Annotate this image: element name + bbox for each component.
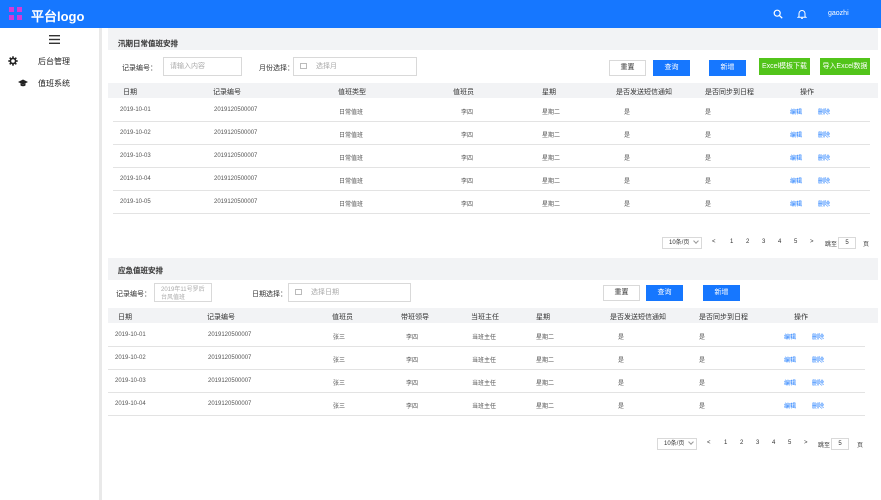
graduation-cap-icon: [18, 79, 28, 87]
page-1[interactable]: 1: [730, 239, 733, 245]
delete-link[interactable]: 删除: [812, 401, 824, 410]
month-picker[interactable]: 选择月: [293, 57, 417, 76]
excel-import-button[interactable]: 导入Excel数据: [820, 58, 870, 75]
user-name[interactable]: gaozhi: [828, 10, 849, 17]
section-title: 汛期日常值班安排: [118, 39, 178, 48]
chevron-down-icon: [693, 238, 699, 244]
table-row: 2019-10-03 2019120500007 日常值班 李四 星期二 是 是…: [113, 145, 870, 168]
table-row: 2019-10-01 2019120500007 张三 李四 当班主任 星期二 …: [108, 324, 865, 347]
delete-link[interactable]: 删除: [818, 107, 830, 116]
table-row: 2019-10-02 2019120500007 日常值班 李四 星期二 是 是…: [113, 122, 870, 145]
bell-icon[interactable]: [797, 9, 807, 19]
sidebar-item-label: 值班系统: [38, 79, 70, 88]
query-button[interactable]: 查询: [646, 285, 683, 301]
delete-link[interactable]: 删除: [818, 176, 830, 185]
record-input[interactable]: 2019年11号罗后台风值班: [154, 283, 212, 302]
reset-button[interactable]: 重置: [609, 60, 646, 76]
section-title: 应急值班安排: [118, 266, 163, 275]
edit-link[interactable]: 编辑: [790, 130, 802, 139]
add-button[interactable]: 新增: [703, 285, 740, 301]
prev-page[interactable]: <: [712, 239, 716, 245]
page-4[interactable]: 4: [778, 239, 781, 245]
sidebar-item-duty[interactable]: 值班系统: [0, 74, 99, 92]
page-3[interactable]: 3: [762, 239, 765, 245]
table-row: 2019-10-04 2019120500007 日常值班 李四 星期二 是 是…: [113, 168, 870, 191]
reset-button[interactable]: 重置: [603, 285, 640, 301]
edit-link[interactable]: 编辑: [784, 355, 796, 364]
calendar-icon: [300, 63, 307, 69]
page-2[interactable]: 2: [746, 239, 749, 245]
flood-duty-section: 汛期日常值班安排 记录编号： 请输入内容 月份选择： 选择月 重置 查询 新增 …: [108, 28, 878, 258]
page-size-select[interactable]: 10条/页: [662, 237, 702, 249]
table-row: 2019-10-04 2019120500007 张三 李四 当班主任 星期二 …: [108, 393, 865, 416]
page-3[interactable]: 3: [756, 440, 759, 446]
page-1[interactable]: 1: [724, 440, 727, 446]
page-2[interactable]: 2: [740, 440, 743, 446]
delete-link[interactable]: 删除: [818, 153, 830, 162]
page-5[interactable]: 5: [788, 440, 791, 446]
jump-input[interactable]: 5: [838, 237, 856, 249]
table-header: 日期 记录编号 值班类型 值班员 星期 是否发送短信通知 是否同步到日程 操作: [108, 83, 878, 98]
sidebar-item-label: 后台管理: [38, 57, 70, 66]
prev-page[interactable]: <: [707, 440, 711, 446]
edit-link[interactable]: 编辑: [790, 107, 802, 116]
page-4[interactable]: 4: [772, 440, 775, 446]
delete-link[interactable]: 删除: [812, 355, 824, 364]
next-page[interactable]: >: [804, 440, 808, 446]
edit-link[interactable]: 编辑: [784, 401, 796, 410]
delete-link[interactable]: 删除: [812, 332, 824, 341]
jump-label: 跳至: [825, 242, 838, 248]
query-button[interactable]: 查询: [653, 60, 690, 76]
chevron-down-icon: [688, 439, 694, 445]
date-label: 日期选择：: [252, 291, 287, 298]
edit-link[interactable]: 编辑: [784, 332, 796, 341]
table-row: 2019-10-02 2019120500007 张三 李四 当班主任 星期二 …: [108, 347, 865, 370]
sidebar: 后台管理 值班系统: [0, 28, 102, 500]
emergency-duty-section: 应急值班安排 记录编号： 2019年11号罗后台风值班 日期选择： 选择日期 重…: [108, 258, 878, 458]
gear-icon: [8, 56, 18, 66]
table-row: 2019-10-05 2019120500007 日常值班 李四 星期二 是 是…: [113, 191, 870, 214]
record-label: 记录编号：: [116, 291, 151, 298]
edit-link[interactable]: 编辑: [784, 378, 796, 387]
add-button[interactable]: 新增: [709, 60, 746, 76]
table-row: 2019-10-03 2019120500007 张三 李四 当班主任 星期二 …: [108, 370, 865, 393]
delete-link[interactable]: 删除: [812, 378, 824, 387]
jump-input[interactable]: 5: [831, 438, 849, 450]
date-picker[interactable]: 选择日期: [288, 283, 411, 302]
record-label: 记录编号：: [122, 65, 157, 72]
excel-template-button[interactable]: Excel模板下载: [759, 58, 810, 75]
edit-link[interactable]: 编辑: [790, 153, 802, 162]
search-icon[interactable]: [773, 9, 783, 19]
record-input[interactable]: 请输入内容: [163, 57, 242, 76]
page-size-select[interactable]: 10条/页: [657, 438, 697, 450]
menu-toggle-icon[interactable]: [49, 35, 60, 44]
top-bar: 平台logo gaozhi: [0, 0, 881, 28]
sidebar-item-admin[interactable]: 后台管理: [0, 52, 99, 70]
month-label: 月份选择：: [259, 65, 294, 72]
delete-link[interactable]: 删除: [818, 199, 830, 208]
delete-link[interactable]: 删除: [818, 130, 830, 139]
page-suffix: 页: [857, 443, 864, 449]
edit-link[interactable]: 编辑: [790, 176, 802, 185]
next-page[interactable]: >: [810, 239, 814, 245]
pagination: 10条/页 < 1 2 3 4 5 > 跳至 5 页: [662, 237, 877, 249]
page-5[interactable]: 5: [794, 239, 797, 245]
pagination: 10条/页 < 1 2 3 4 5 > 跳至 5 页: [657, 438, 872, 450]
calendar-icon: [295, 289, 302, 295]
table-header: 日期 记录编号 值班员 带班领导 当班主任 星期 是否发送短信通知 是否同步到日…: [108, 308, 878, 323]
page-suffix: 页: [863, 242, 870, 248]
table-row: 2019-10-01 2019120500007 日常值班 李四 星期二 是 是…: [113, 99, 870, 122]
logo-icon: [9, 7, 22, 20]
edit-link[interactable]: 编辑: [790, 199, 802, 208]
logo-text: 平台logo: [31, 9, 85, 24]
jump-label: 跳至: [818, 443, 831, 449]
